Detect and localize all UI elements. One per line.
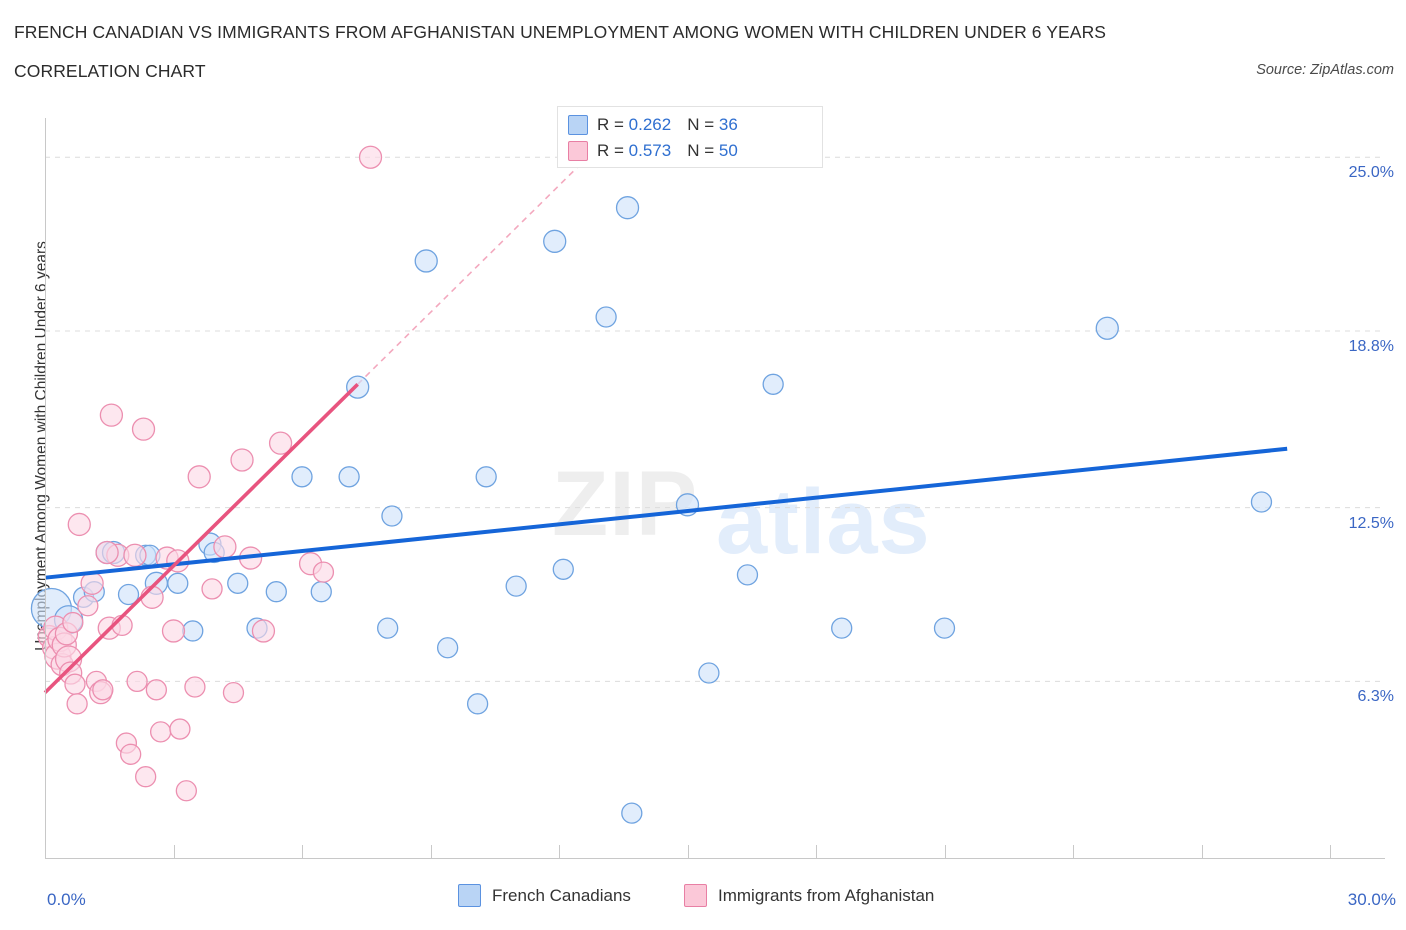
blue-n-label: N =	[687, 115, 719, 134]
scatter-point	[175, 780, 198, 802]
legend-pink-label: Immigrants from Afghanistan	[718, 885, 935, 905]
legend-item-immigrants-afghanistan[interactable]: Immigrants from Afghanistan	[684, 884, 934, 907]
scatter-point	[377, 617, 399, 639]
y-axis-line	[45, 118, 46, 858]
scatter-point	[338, 466, 360, 488]
legend-pink-swatch-icon	[684, 884, 707, 907]
scatter-point	[213, 535, 237, 559]
scatter-point	[505, 575, 527, 597]
y-axis-tick-label: 25.0%	[1348, 164, 1394, 182]
scatter-point	[251, 619, 276, 643]
scatter-point	[358, 145, 383, 169]
scatter-point	[291, 466, 313, 488]
scatter-point	[67, 512, 91, 537]
correlation-stats-box: R = 0.262 N = 36 R = 0.573 N = 50	[557, 106, 823, 168]
scatter-point	[346, 375, 370, 399]
scatter-point	[831, 617, 853, 639]
x-axis-tick	[430, 845, 432, 858]
scatter-point	[933, 617, 956, 639]
scatter-point	[66, 693, 88, 715]
scatter-point	[62, 611, 84, 634]
x-axis-line	[45, 858, 1385, 859]
y-axis-tick-label: 18.8%	[1348, 338, 1394, 356]
scatter-point	[310, 581, 332, 603]
scatter-point	[92, 679, 114, 701]
stats-row-french-canadians: R = 0.262 N = 36	[568, 112, 812, 138]
x-axis-tick	[45, 845, 46, 858]
scatter-point	[1250, 491, 1273, 513]
scatter-point	[145, 679, 168, 701]
x-axis-max-label: 30.0%	[1347, 890, 1396, 909]
scatter-point	[381, 505, 403, 527]
scatter-point	[77, 595, 99, 617]
pink-r-label: R =	[597, 141, 629, 160]
x-axis-tick	[1201, 845, 1203, 858]
x-axis-tick	[302, 845, 303, 858]
scatter-point	[312, 561, 335, 583]
scatter-point	[414, 249, 438, 273]
chart-page: FRENCH CANADIAN VS IMMIGRANTS FROM AFGHA…	[0, 0, 1406, 930]
scatter-point	[120, 743, 142, 765]
y-axis-tick-label: 12.5%	[1348, 514, 1394, 532]
scatter-point	[161, 619, 186, 643]
x-axis-tick	[173, 845, 175, 858]
scatter-point	[167, 572, 189, 594]
pink-series-swatch-icon	[568, 141, 588, 161]
x-axis-min-label: 0.0%	[47, 890, 86, 909]
legend-blue-swatch-icon	[458, 884, 481, 907]
blue-n-value: 36	[718, 115, 738, 134]
scatter-point	[187, 465, 211, 489]
scatter-point	[169, 718, 191, 740]
x-axis-tick	[1330, 845, 1331, 858]
scatter-point	[182, 620, 204, 642]
scatter-point	[552, 558, 574, 580]
pink-n-value: 50	[718, 141, 738, 160]
stats-row-immigrants-afghanistan: R = 0.573 N = 50	[568, 138, 812, 164]
scatter-point	[64, 673, 86, 695]
x-axis-tick	[559, 845, 560, 858]
x-axis-tick	[816, 845, 817, 858]
scatter-point	[621, 802, 643, 824]
scatter-point	[99, 403, 124, 427]
scatter-point	[595, 306, 617, 328]
scatter-point	[475, 466, 497, 488]
legend-blue-label: French Canadians	[492, 885, 631, 905]
scatter-point	[698, 662, 720, 684]
scatter-point	[184, 676, 206, 698]
scatter-point	[135, 766, 157, 788]
blue-r-value: 0.262	[628, 115, 672, 134]
pink-trend-line-extension	[357, 151, 594, 385]
scatter-point	[149, 721, 172, 743]
pink-r-value: 0.573	[628, 141, 672, 160]
x-axis-tick	[687, 845, 689, 858]
scatter-point	[615, 196, 640, 220]
scatter-point	[230, 448, 254, 472]
scatter-point	[762, 373, 784, 395]
scatter-point	[265, 581, 287, 603]
y-axis-tick-label: 6.3%	[1357, 688, 1394, 706]
blue-trend-line	[44, 446, 1288, 580]
scatter-point	[201, 578, 223, 600]
blue-r-label: R =	[597, 115, 629, 134]
scatter-point	[131, 417, 156, 441]
scatter-point	[736, 564, 759, 586]
scatter-point	[222, 681, 245, 704]
pink-n-label: N =	[687, 141, 719, 160]
scatter-point	[126, 670, 148, 693]
scatter-point	[140, 585, 164, 609]
scatter-point	[466, 693, 489, 715]
scatter-point	[123, 543, 147, 567]
scatter-point	[227, 572, 249, 594]
pink-trend-line	[43, 383, 359, 694]
scatter-point	[1095, 316, 1119, 340]
scatter-point	[543, 229, 567, 253]
legend-item-french-canadians[interactable]: French Canadians	[458, 884, 631, 907]
x-axis-tick	[1073, 845, 1074, 858]
blue-series-swatch-icon	[568, 115, 588, 135]
x-axis-tick	[944, 845, 946, 858]
scatter-point	[436, 637, 459, 659]
scatter-point	[95, 540, 119, 565]
